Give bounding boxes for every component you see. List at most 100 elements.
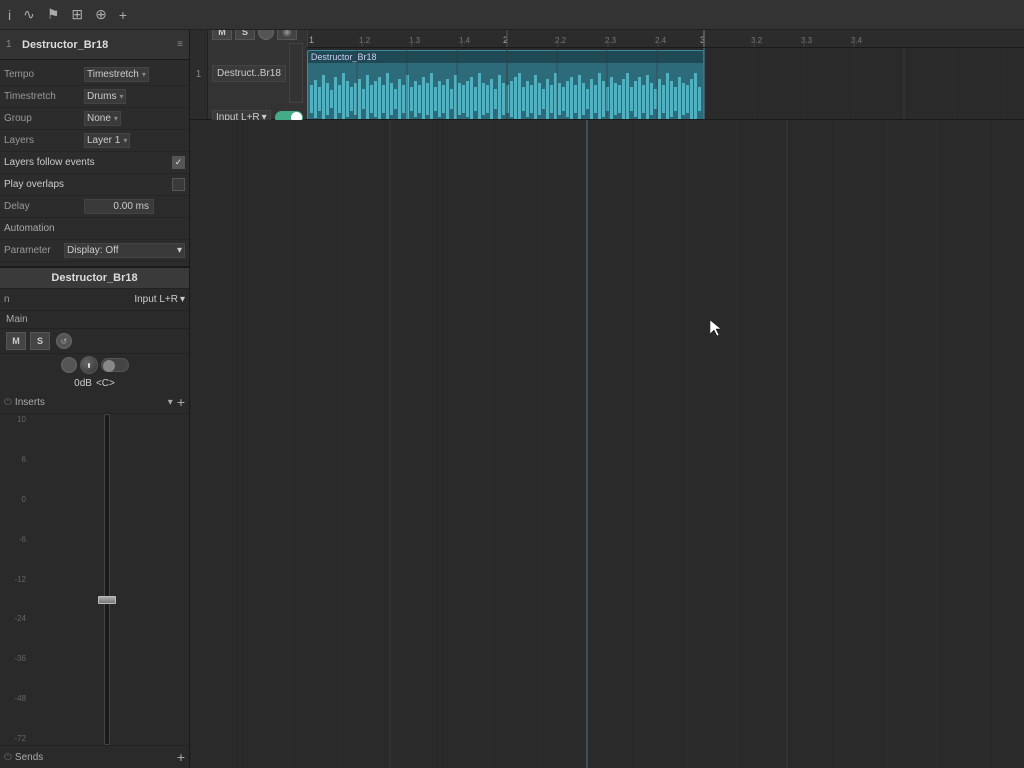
settings-icon[interactable]: i [8, 7, 11, 23]
layers-dropdown[interactable]: Layer 1 ▾ [84, 133, 130, 148]
mixer-input-label: n [4, 294, 134, 305]
db-label: 0dB [74, 378, 92, 389]
play-overlaps-label: Play overlaps [4, 179, 172, 190]
track-header: 1 Destructor_Br18 ≡ [0, 30, 189, 60]
svg-text:2.2: 2.2 [555, 36, 567, 45]
mixer-msb-row: M S ↺ [0, 329, 189, 354]
volume-fader-rail[interactable] [104, 414, 110, 745]
add-icon[interactable]: + [119, 7, 127, 23]
group-row: Group None ▾ [0, 108, 189, 130]
svg-text:1.3: 1.3 [409, 36, 421, 45]
volume-fader-handle[interactable] [98, 596, 116, 604]
mixer-buttons-row: Main [0, 311, 189, 329]
dropdown-arrow-4: ▾ [123, 136, 127, 145]
solo-button[interactable]: S [30, 332, 50, 350]
ruler-svg: 1 1.2 1.3 1.4 2 2.2 [307, 30, 1024, 47]
track-monitor-button[interactable]: ◉ [277, 30, 297, 40]
inserts-add-button[interactable]: + [177, 394, 185, 410]
svg-text:3.4: 3.4 [851, 36, 863, 45]
clip-title: Destructor_Br18 [308, 51, 703, 63]
track-mute-button[interactable]: M [212, 30, 232, 40]
layers-follow-events-row: Layers follow events [0, 152, 189, 174]
clip-block[interactable]: Destructor_Br18 [307, 50, 704, 119]
track-name-plate: Destruct..Br18 [212, 65, 286, 82]
parameter-label: Parameter [4, 245, 64, 256]
svg-text:2.3: 2.3 [605, 36, 617, 45]
param-arrow: ▾ [177, 245, 182, 256]
track-solo-button[interactable]: S [235, 30, 255, 40]
timeline-ruler: 1 1.2 1.3 1.4 2 2.2 [307, 30, 1024, 48]
mixer-extra-buttons [0, 354, 189, 376]
grid-icon[interactable]: ⊞ [71, 6, 83, 23]
delay-value[interactable]: 0.00 ms [84, 199, 154, 214]
dropdown-arrow-2: ▾ [119, 92, 123, 101]
flag-icon[interactable]: ⚑ [47, 6, 60, 23]
svg-text:1.4: 1.4 [459, 36, 471, 45]
empty-grid-svg [190, 120, 1024, 768]
mixer-section: Destructor_Br18 n Input L+R ▾ Main M S ↺ [0, 266, 189, 768]
mute-button[interactable]: M [6, 332, 26, 350]
track-collapse-button[interactable]: ≡ [177, 39, 183, 50]
layers-row: Layers Layer 1 ▾ [0, 130, 189, 152]
svg-text:3.3: 3.3 [801, 36, 813, 45]
fader-column [26, 414, 187, 745]
sends-power-icon[interactable]: ⏻ [4, 752, 12, 763]
sends-add-button[interactable]: + [177, 749, 185, 765]
group-label: Group [4, 113, 84, 124]
timestretch-dropdown[interactable]: Timestretch ▾ [84, 67, 149, 82]
fader-area: 10 6 0 -6 -12 -24 -36 -48 -72 [0, 414, 189, 745]
main-layout: 1 Destructor_Br18 ≡ Tempo Timestretch ▾ … [0, 30, 1024, 768]
empty-arrangement-area [190, 120, 1024, 768]
group-dropdown[interactable]: None ▾ [84, 111, 121, 126]
mouse-cursor [710, 320, 720, 332]
input-arrow: ▾ [180, 294, 185, 305]
track-name-label: Destructor_Br18 [22, 39, 173, 51]
automation-header: Automation [0, 218, 189, 240]
track-number: 1 [6, 39, 18, 50]
waveform-svg [308, 65, 704, 119]
clip-area: Destructor_Br18 [307, 48, 1024, 119]
pan-value: <C> [96, 378, 115, 389]
pan-knob[interactable] [80, 356, 98, 374]
fader-scale: 10 6 0 -6 -12 -24 -36 -48 -72 [2, 414, 26, 745]
clock-icon[interactable]: ⊕ [95, 6, 107, 23]
right-area: 1 M S ◉ Destruct..Br18 [190, 30, 1024, 768]
properties-panel: Tempo Timestretch ▾ Timestretch Drums ▾ … [0, 60, 189, 266]
track-waveform-mini [289, 43, 303, 103]
arrangement-header: 1 1.2 1.3 1.4 2 2.2 [307, 30, 1024, 119]
parameter-dropdown[interactable]: Display: Off ▾ [64, 243, 185, 258]
inserts-arrow[interactable]: ▾ [168, 397, 173, 408]
dropdown-arrow: ▾ [142, 70, 146, 79]
tempo-row: Tempo Timestretch ▾ [0, 64, 189, 86]
timestretch-mode-dropdown[interactable]: Drums ▾ [84, 89, 126, 104]
pan-knob-dot [88, 363, 90, 368]
layers-label: Layers [4, 135, 84, 146]
mixer-track-name: Destructor_Br18 [0, 268, 189, 289]
track-record-button[interactable] [258, 30, 274, 40]
left-panel: 1 Destructor_Br18 ≡ Tempo Timestretch ▾ … [0, 30, 190, 768]
delay-label: Delay [4, 201, 84, 212]
svg-text:1: 1 [309, 35, 314, 45]
svg-text:2.4: 2.4 [655, 36, 667, 45]
svg-text:1.2: 1.2 [359, 36, 371, 45]
timestretch-row: Timestretch Drums ▾ [0, 86, 189, 108]
layers-follow-events-checkbox[interactable] [172, 156, 185, 169]
main-label: Main [6, 314, 28, 325]
track-controls: M S ◉ Destruct..Br18 Input L+R ▾ [208, 30, 307, 119]
mixer-input-dropdown[interactable]: Input L+R ▾ [134, 294, 185, 305]
svg-text:3.2: 3.2 [751, 36, 763, 45]
dropdown-arrow-3: ▾ [114, 114, 118, 123]
loop-button[interactable]: ↺ [56, 333, 72, 349]
tempo-label: Tempo [4, 69, 84, 80]
track-row-header: 1 M S ◉ Destruct..Br18 [190, 30, 1024, 120]
play-overlaps-checkbox[interactable] [172, 178, 185, 191]
inserts-power-icon[interactable]: ⏻ [4, 397, 12, 408]
wave-icon[interactable]: ∿ [23, 6, 35, 23]
record-arm-button[interactable] [61, 357, 77, 373]
top-toolbar: i ∿ ⚑ ⊞ ⊕ + [0, 0, 1024, 30]
timestretch-label: Timestretch [4, 91, 84, 102]
layers-follow-events-label: Layers follow events [4, 157, 172, 168]
monitor-toggle[interactable] [101, 358, 129, 372]
inserts-label: ⏻ Inserts [4, 397, 168, 408]
db-pan-row: 0dB <C> [0, 376, 189, 391]
